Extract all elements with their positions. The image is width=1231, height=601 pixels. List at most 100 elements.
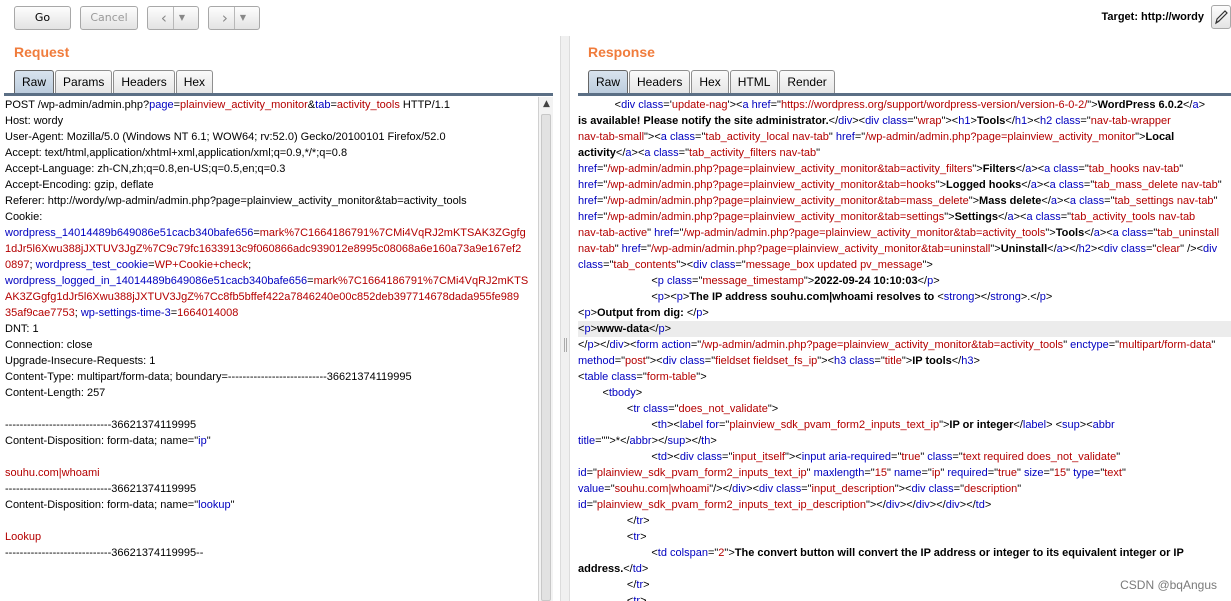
code-token: title: [884, 355, 902, 367]
pane-splitter[interactable]: [560, 36, 570, 601]
tab-raw[interactable]: Raw: [14, 70, 55, 93]
code-token: nav-tab: [578, 243, 615, 255]
code-token: nav-tab-active: [578, 227, 648, 239]
code-token: =": [586, 467, 597, 479]
code-token: ;: [248, 259, 252, 271]
code-token: </: [686, 307, 697, 319]
code-token: WordPress 6.0.2: [1097, 99, 1183, 111]
code-token: message_timestamp: [702, 275, 804, 287]
code-token: wordpress_test_cookie: [35, 259, 149, 271]
code-token: ><: [1031, 163, 1045, 175]
code-token: =": [614, 355, 626, 367]
code-line: nav-tab-small"><a class="tab_activity_lo…: [578, 129, 1231, 145]
splitter-grip-icon[interactable]: [564, 338, 567, 352]
code-token: ><: [746, 483, 760, 495]
code-token: Accept-Language: zh-CN,zh;q=0.8,en-US;q=…: [5, 163, 286, 175]
code-token: td: [657, 451, 667, 463]
code-token: >: [640, 531, 647, 543]
code-token: href: [654, 227, 674, 239]
code-token: DNT: 1: [5, 323, 39, 335]
code-token: </: [1015, 163, 1026, 175]
forward-button[interactable]: › ▼: [208, 6, 260, 30]
code-token: WP+Cookie+check: [154, 259, 249, 271]
code-token: label: [679, 419, 704, 431]
response-title: Response: [588, 44, 655, 60]
tab-headers[interactable]: Headers: [113, 70, 175, 93]
edit-target-button[interactable]: [1211, 5, 1231, 29]
code-token: abbr: [1092, 419, 1115, 431]
code-token: clear: [1156, 243, 1181, 255]
code-token: =": [1093, 467, 1105, 479]
code-token: td: [657, 547, 667, 559]
code-token: Settings: [954, 211, 998, 223]
request-editor[interactable]: POST /wp-admin/admin.php?page=plainview_…: [4, 97, 538, 601]
code-token: href: [751, 99, 771, 111]
code-token: =": [1083, 179, 1095, 191]
code-token: tab_uninstall: [1157, 227, 1220, 239]
code-token: fieldset fieldset_fs_ip: [715, 355, 818, 367]
code-token: mark%7C1664186791%7CMi4VqRJ2mKTSAK3ZGgfg: [259, 227, 526, 239]
code-token: =": [1078, 163, 1089, 175]
code-token: div: [911, 483, 926, 495]
code-token: ": [816, 147, 821, 159]
code-line: Content-Length: 257: [4, 385, 538, 401]
back-button[interactable]: ‹ ▼: [147, 6, 199, 30]
code-token: div: [662, 355, 677, 367]
code-token: post: [625, 355, 646, 367]
code-token: class: [882, 115, 908, 127]
code-token: AK3ZGgfg1dJr5l6Xwu388jJXTUV3JgZ%7Cc8fb5b…: [5, 291, 520, 303]
code-token: >: [664, 323, 671, 335]
code-token: text required does_not_validate: [962, 451, 1117, 463]
dropdown-icon[interactable]: ▼: [172, 7, 185, 29]
tab-render[interactable]: Render: [779, 70, 835, 93]
code-token: div: [609, 339, 624, 351]
code-token: class: [1079, 195, 1105, 207]
code-line: <td><div class="input_itself"><input ari…: [578, 449, 1231, 465]
code-token: =": [770, 99, 781, 111]
code-token: /wp-admin/admin.php?page=plainview_activ…: [607, 179, 936, 191]
code-token: h3: [834, 355, 847, 367]
response-tabs: Raw Headers Hex HTML Render: [588, 70, 836, 94]
code-token: div: [885, 499, 900, 511]
tab-hex[interactable]: Hex: [691, 70, 729, 93]
request-scrollbar[interactable]: ▲: [538, 97, 553, 601]
tab-html[interactable]: HTML: [729, 70, 779, 93]
code-token: </: [951, 355, 962, 367]
code-token: maxlength: [813, 467, 865, 479]
code-token: class: [611, 371, 637, 383]
code-token: 0897: [5, 259, 30, 271]
code-token: ">: [1087, 99, 1098, 111]
code-token: /wp-admin/admin.php?page=plainview_activ…: [683, 227, 1046, 239]
code-line: Upgrade-Insecure-Requests: 1: [4, 353, 538, 369]
code-token: =": [735, 259, 746, 271]
code-line: nav-tab-active" href="/wp-admin/admin.ph…: [578, 225, 1231, 241]
response-viewer[interactable]: <div class='update-nag'><a href="https:/…: [578, 97, 1231, 601]
code-token: class: [666, 275, 693, 287]
code-token: The IP address souhu.com|whoami resolves…: [689, 291, 938, 303]
code-token: =": [596, 211, 608, 223]
code-token: class: [1058, 179, 1084, 191]
code-token: <: [578, 387, 609, 399]
dropdown-icon[interactable]: ▼: [233, 7, 246, 29]
code-token: ip: [198, 435, 207, 447]
code-token: >: [702, 307, 709, 319]
cancel-button[interactable]: Cancel: [80, 6, 138, 30]
code-token: activity: [578, 147, 616, 159]
code-token: id: [578, 499, 587, 511]
code-token: ></: [959, 499, 976, 511]
tab-headers[interactable]: Headers: [629, 70, 691, 93]
tab-params[interactable]: Params: [55, 70, 113, 93]
code-token: div: [693, 259, 708, 271]
code-token: </: [828, 115, 839, 127]
code-token: ": [1213, 195, 1218, 207]
tab-raw[interactable]: Raw: [588, 70, 629, 93]
code-token: wp-settings-time-3: [80, 307, 171, 319]
scroll-thumb[interactable]: [541, 114, 551, 601]
code-token: div: [945, 499, 960, 511]
code-token: =": [874, 355, 885, 367]
go-button[interactable]: Go: [14, 6, 71, 30]
tab-hex[interactable]: Hex: [175, 70, 214, 93]
scroll-up-icon[interactable]: ▲: [539, 97, 554, 112]
